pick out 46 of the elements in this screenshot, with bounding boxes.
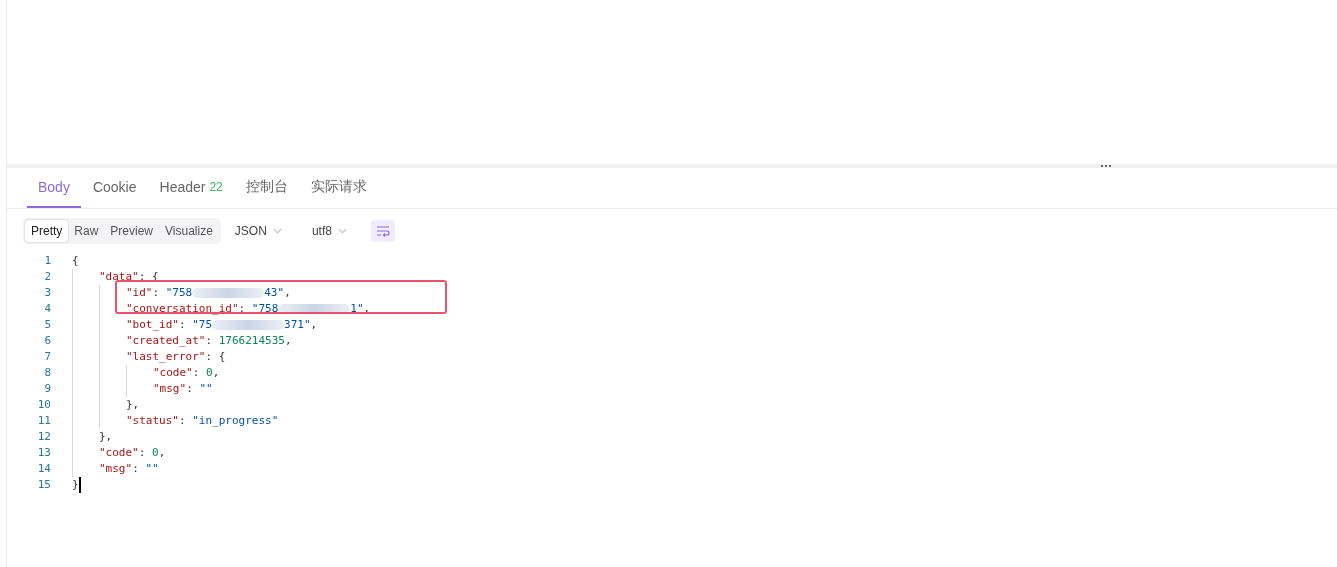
line-number: 1	[43, 253, 51, 269]
code-line: },	[99, 429, 113, 445]
code-line: "last_error": {	[126, 349, 226, 365]
header-count: 22	[209, 180, 223, 194]
code-line: "code": 0,	[99, 445, 166, 461]
code-line: "bot_id": "75 371",	[126, 317, 318, 333]
tab[interactable]: Cookie	[81, 168, 148, 208]
line-number: 2	[43, 269, 51, 285]
line-number: 15	[36, 477, 51, 493]
tab[interactable]: 控制台	[234, 168, 299, 208]
wrap-lines-toggle[interactable]	[370, 220, 395, 242]
line-number: 7	[43, 349, 51, 365]
tab[interactable]: Header 22	[148, 168, 234, 208]
code-line: "code": 0,	[153, 365, 220, 381]
view-mode-option[interactable]: Visualize	[159, 220, 219, 242]
code-line: "id": "758 43",	[126, 285, 291, 301]
code-line: "status": "in_progress"	[126, 413, 279, 429]
view-mode-option[interactable]: Pretty	[25, 220, 69, 242]
line-number: 9	[43, 381, 51, 397]
code-line: "conversation_id": "758 1",	[126, 301, 371, 317]
code-line: {	[72, 253, 79, 269]
code-line: }	[72, 477, 79, 493]
line-number: 13	[36, 445, 51, 461]
line-number: 11	[36, 413, 51, 429]
chevron-down-icon	[337, 228, 347, 234]
code-line: "msg": ""	[99, 461, 159, 477]
chevron-down-icon	[272, 228, 282, 234]
line-number: 4	[43, 301, 51, 317]
line-number: 3	[43, 285, 51, 301]
line-number: 10	[36, 397, 51, 413]
format-dropdown[interactable]: JSON	[234, 224, 282, 238]
drag-handle-icon[interactable]	[1101, 164, 1111, 168]
line-number: 14	[36, 461, 51, 477]
view-mode-option[interactable]: Raw	[68, 220, 105, 242]
line-number: 12	[36, 429, 51, 445]
line-number: 6	[43, 333, 51, 349]
code-line: },	[126, 397, 140, 413]
wrap-lines-icon	[375, 225, 390, 237]
tab[interactable]: 实际请求	[299, 168, 378, 208]
tab[interactable]: Body	[27, 168, 81, 208]
encoding-dropdown[interactable]: utf8	[311, 224, 347, 238]
code-line: "msg": ""	[153, 381, 213, 397]
line-number: 5	[43, 317, 51, 333]
line-number: 8	[43, 365, 51, 381]
view-mode-option[interactable]: Preview	[104, 220, 160, 242]
code-line: "created_at": 1766214535,	[126, 333, 292, 349]
